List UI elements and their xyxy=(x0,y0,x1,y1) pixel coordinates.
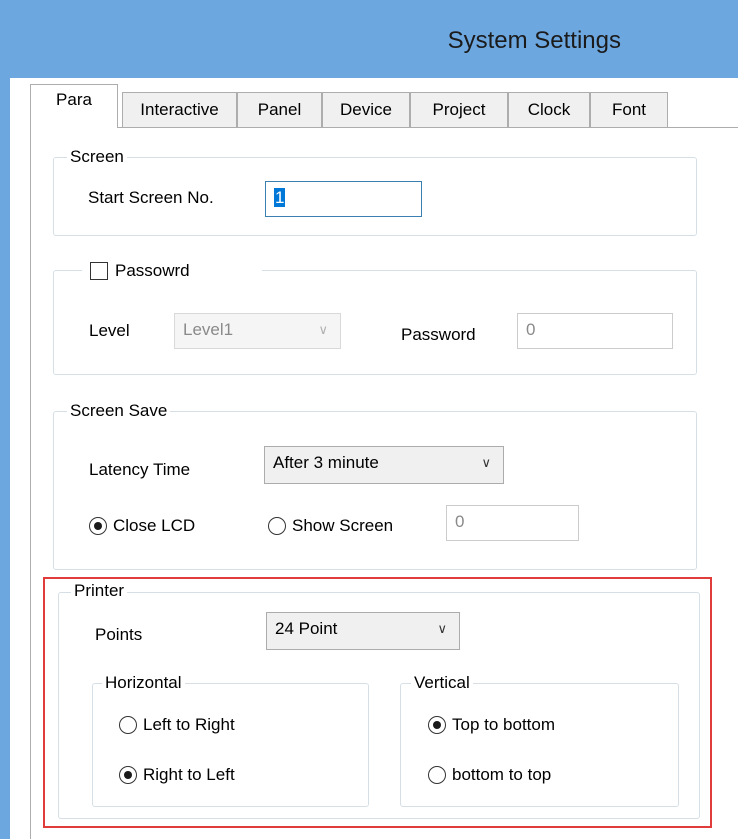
radio-selected-dot xyxy=(124,771,132,779)
start-screen-label: Start Screen No. xyxy=(88,188,214,207)
tab-para[interactable]: Para xyxy=(30,84,118,128)
horizontal-group-label: Horizontal xyxy=(102,673,185,693)
top-to-bottom-radio[interactable] xyxy=(428,716,446,734)
points-label: Points xyxy=(95,625,143,644)
right-to-left-radio[interactable] xyxy=(119,766,137,784)
level-value: Level1 xyxy=(183,320,234,339)
password-checkbox-label: Passowrd xyxy=(115,261,190,280)
top-to-bottom-label: Top to bottom xyxy=(452,715,556,734)
close-lcd-radio[interactable] xyxy=(89,517,107,535)
tab-interactive[interactable]: Interactive xyxy=(122,92,237,128)
show-screen-radio[interactable] xyxy=(268,517,286,535)
start-screen-input[interactable]: 1 xyxy=(265,181,422,217)
screen-save-group-label: Screen Save xyxy=(67,401,171,421)
points-dropdown[interactable]: 24 Point ∨ xyxy=(266,612,460,650)
level-dropdown[interactable]: Level1 ∨ xyxy=(174,313,341,349)
tab-project[interactable]: Project xyxy=(410,92,508,128)
screen-group-label: Screen xyxy=(67,147,127,167)
horizontal-group xyxy=(92,683,369,807)
password-input[interactable]: 0 xyxy=(517,313,673,349)
right-to-left-label: Right to Left xyxy=(143,765,235,784)
vertical-group-label: Vertical xyxy=(411,673,473,693)
password-checkbox[interactable] xyxy=(90,262,108,280)
chevron-down-icon: ∨ xyxy=(437,621,447,636)
left-to-right-radio[interactable] xyxy=(119,716,137,734)
points-value: 24 Point xyxy=(275,619,338,638)
show-screen-label: Show Screen xyxy=(292,516,394,535)
bottom-to-top-label: bottom to top xyxy=(452,765,552,784)
tab-strip-divider xyxy=(30,127,738,128)
start-screen-value: 1 xyxy=(274,188,286,207)
screen-save-group xyxy=(53,411,697,570)
chevron-down-icon: ∨ xyxy=(318,322,328,337)
tab-device[interactable]: Device xyxy=(322,92,410,128)
radio-selected-dot xyxy=(94,522,102,530)
password-label: Password xyxy=(401,325,476,344)
bottom-to-top-radio[interactable] xyxy=(428,766,446,784)
latency-time-value: After 3 minute xyxy=(273,453,379,472)
chevron-down-icon: ∨ xyxy=(481,455,491,470)
vertical-group xyxy=(400,683,679,807)
latency-time-label: Latency Time xyxy=(89,460,191,479)
show-screen-input[interactable]: 0 xyxy=(446,505,579,541)
left-to-right-label: Left to Right xyxy=(143,715,235,734)
window-title: System Settings xyxy=(447,27,621,54)
tab-panel-settings[interactable]: Panel xyxy=(237,92,322,128)
latency-time-dropdown[interactable]: After 3 minute ∨ xyxy=(264,446,504,484)
close-lcd-label: Close LCD xyxy=(113,516,196,535)
tab-clock[interactable]: Clock xyxy=(508,92,590,128)
tab-font[interactable]: Font xyxy=(590,92,668,128)
window-frame-left xyxy=(0,0,10,839)
level-label: Level xyxy=(89,321,130,340)
radio-selected-dot xyxy=(433,721,441,729)
printer-group-label: Printer xyxy=(71,581,128,601)
